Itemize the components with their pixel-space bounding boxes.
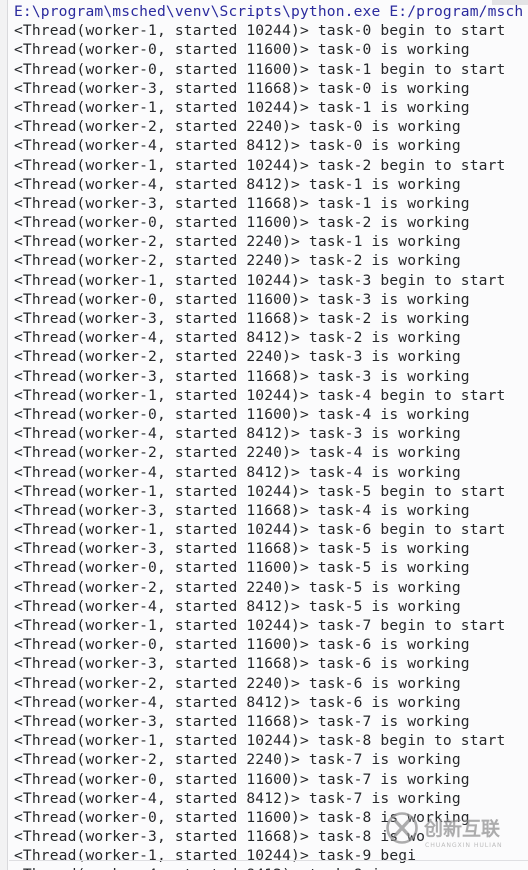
- console-log-line: <Thread(worker-0, started 11600)> task-3…: [14, 290, 470, 308]
- console-log-line: <Thread(worker-4, started 8412)> task-0 …: [14, 137, 461, 155]
- console-log-line: <Thread(worker-1, started 10244)> task-4…: [14, 386, 506, 404]
- console-log-line: <Thread(worker-0, started 11600)> task-4…: [14, 405, 470, 423]
- console-log-line: <Thread(worker-2, started 2240)> task-4 …: [14, 444, 461, 462]
- console-log-line: <Thread(worker-4, started 8412)> task-6 …: [14, 693, 461, 711]
- console-log-line: <Thread(worker-4, started 8412)> task-8 …: [9, 865, 528, 870]
- console-log-line: <Thread(worker-2, started 2240)> task-2 …: [14, 252, 461, 270]
- console-log-line: <Thread(worker-4, started 8412)> task-3 …: [14, 425, 461, 443]
- console-log-line: <Thread(worker-4, started 8412)> task-2 …: [14, 329, 461, 347]
- console-log-line: <Thread(worker-4, started 8412)> task-1 …: [14, 175, 461, 193]
- console-log-line: <Thread(worker-1, started 10244)> task-0…: [14, 22, 506, 40]
- console-log-lines: <Thread(worker-1, started 10244)> task-0…: [9, 21, 528, 870]
- console-log-line: <Thread(worker-2, started 2240)> task-3 …: [14, 348, 461, 366]
- console-command-line: E:\program\msched\venv\Scripts\python.ex…: [14, 3, 524, 20]
- console-log-line: <Thread(worker-0, started 11600)> task-0…: [14, 41, 470, 59]
- console-log-line: <Thread(worker-1, started 10244)> task-5…: [14, 482, 506, 500]
- console-log-line: <Thread(worker-2, started 2240)> task-1 …: [14, 233, 461, 251]
- console-log-line: <Thread(worker-2, started 2240)> task-0 …: [14, 118, 461, 136]
- console-log-line: <Thread(worker-0, started 11600)> task-1…: [14, 60, 506, 78]
- console-log-line: <Thread(worker-1, started 10244)> task-1…: [14, 98, 470, 116]
- console-log-line: <Thread(worker-3, started 11668)> task-3…: [14, 367, 470, 385]
- console-log-line: <Thread(worker-1, started 10244)> task-2…: [14, 156, 506, 174]
- console-bottom-divider: [9, 860, 528, 861]
- console-log-line: <Thread(worker-3, started 11668)> task-8…: [14, 828, 426, 846]
- console-log-line: <Thread(worker-4, started 8412)> task-7 …: [14, 789, 461, 807]
- console-log-line: <Thread(worker-0, started 11600)> task-5…: [14, 559, 470, 577]
- console-log-line: <Thread(worker-0, started 11600)> task-6…: [14, 636, 470, 654]
- console-log-line: <Thread(worker-3, started 11668)> task-6…: [14, 655, 470, 673]
- console-log-line: <Thread(worker-3, started 11668)> task-0…: [14, 79, 470, 97]
- console-log-line: <Thread(worker-4, started 8412)> task-5 …: [14, 597, 461, 615]
- console-log-line: <Thread(worker-1, started 10244)> task-3…: [14, 271, 506, 289]
- console-log-line: <Thread(worker-4, started 8412)> task-4 …: [14, 463, 461, 481]
- console-output-area[interactable]: E:\program\msched\venv\Scripts\python.ex…: [9, 0, 528, 870]
- console-log-line: <Thread(worker-3, started 11668)> task-7…: [14, 712, 470, 730]
- console-log-line: <Thread(worker-2, started 2240)> task-6 …: [14, 674, 461, 692]
- console-log-line: <Thread(worker-2, started 2240)> task-5 …: [14, 578, 461, 596]
- console-gutter: [0, 0, 8, 870]
- console-log-line: <Thread(worker-1, started 10244)> task-9…: [14, 847, 417, 865]
- console-log-line: <Thread(worker-1, started 10244)> task-8…: [14, 732, 506, 750]
- console-log-line: <Thread(worker-0, started 11600)> task-8…: [14, 808, 470, 826]
- console-log-line: <Thread(worker-0, started 11600)> task-7…: [14, 770, 470, 788]
- console-log-line: <Thread(worker-3, started 11668)> task-2…: [14, 310, 470, 327]
- console-log-line: <Thread(worker-3, started 11668)> task-1…: [14, 194, 470, 212]
- tool-window-top-edge: [492, 0, 528, 5]
- console-log-line: <Thread(worker-1, started 10244)> task-6…: [14, 521, 506, 539]
- console-log-line: <Thread(worker-3, started 11668)> task-4…: [14, 501, 470, 519]
- console-log-line: <Thread(worker-0, started 11600)> task-2…: [14, 214, 470, 232]
- console-log-line: <Thread(worker-2, started 2240)> task-7 …: [14, 751, 461, 769]
- run-console-panel: E:\program\msched\venv\Scripts\python.ex…: [0, 0, 528, 870]
- console-log-line: <Thread(worker-3, started 11668)> task-5…: [14, 540, 470, 558]
- console-log-line: <Thread(worker-1, started 10244)> task-7…: [14, 617, 506, 634]
